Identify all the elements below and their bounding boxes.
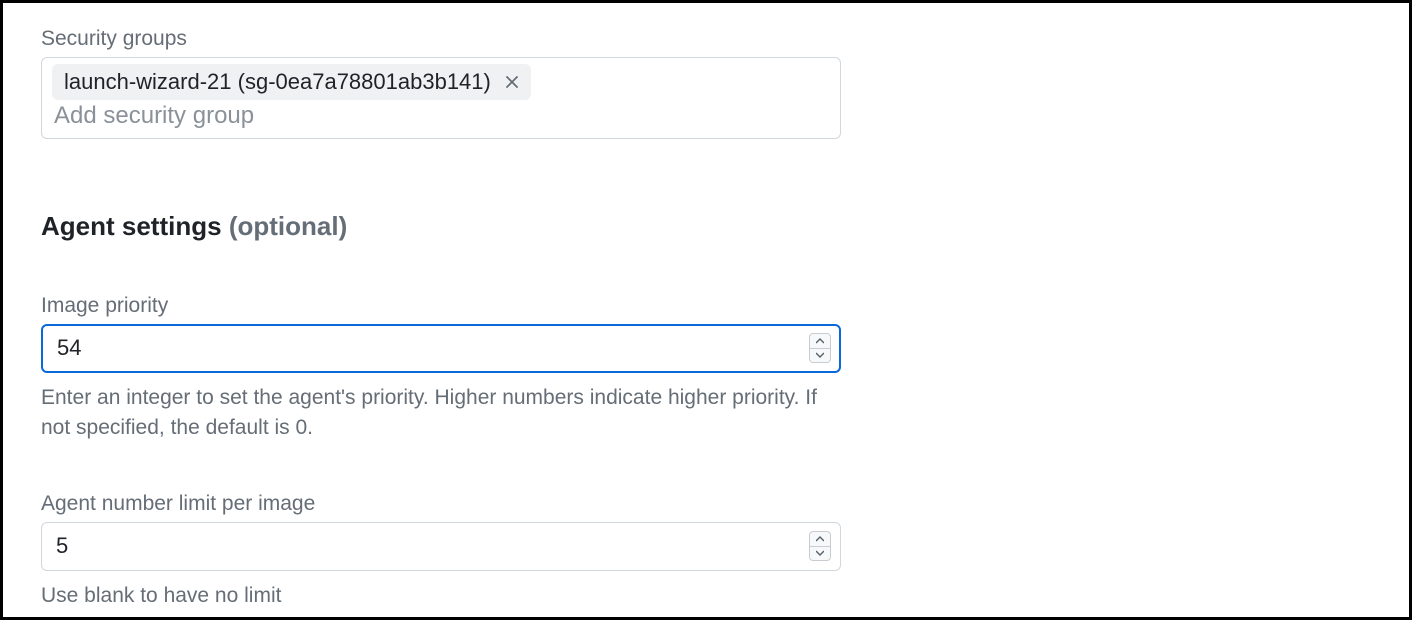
security-groups-label: Security groups xyxy=(41,27,1371,51)
agent-limit-input[interactable] xyxy=(41,522,841,571)
image-priority-label: Image priority xyxy=(41,294,1371,318)
image-priority-stepper[interactable] xyxy=(809,333,831,363)
chevron-up-icon[interactable] xyxy=(810,334,830,349)
agent-limit-label: Agent number limit per image xyxy=(41,492,1371,516)
security-group-chip-label: launch-wizard-21 (sg-0ea7a78801ab3b141) xyxy=(64,67,491,97)
agent-limit-help: Use blank to have no limit xyxy=(41,581,821,611)
security-group-chip: launch-wizard-21 (sg-0ea7a78801ab3b141) xyxy=(52,64,531,100)
close-icon[interactable] xyxy=(501,71,523,93)
chevron-up-icon[interactable] xyxy=(810,532,830,547)
image-priority-help: Enter an integer to set the agent's prio… xyxy=(41,383,821,444)
security-groups-placeholder: Add security group xyxy=(52,100,830,134)
agent-limit-stepper[interactable] xyxy=(809,531,831,561)
chevron-down-icon[interactable] xyxy=(810,349,830,363)
security-groups-input[interactable]: launch-wizard-21 (sg-0ea7a78801ab3b141) … xyxy=(41,57,841,139)
agent-settings-heading-text: Agent settings xyxy=(41,211,222,241)
agent-settings-optional: (optional) xyxy=(229,211,347,241)
chevron-down-icon[interactable] xyxy=(810,547,830,561)
image-priority-input[interactable] xyxy=(41,324,841,373)
agent-settings-heading: Agent settings (optional) xyxy=(41,211,1371,242)
